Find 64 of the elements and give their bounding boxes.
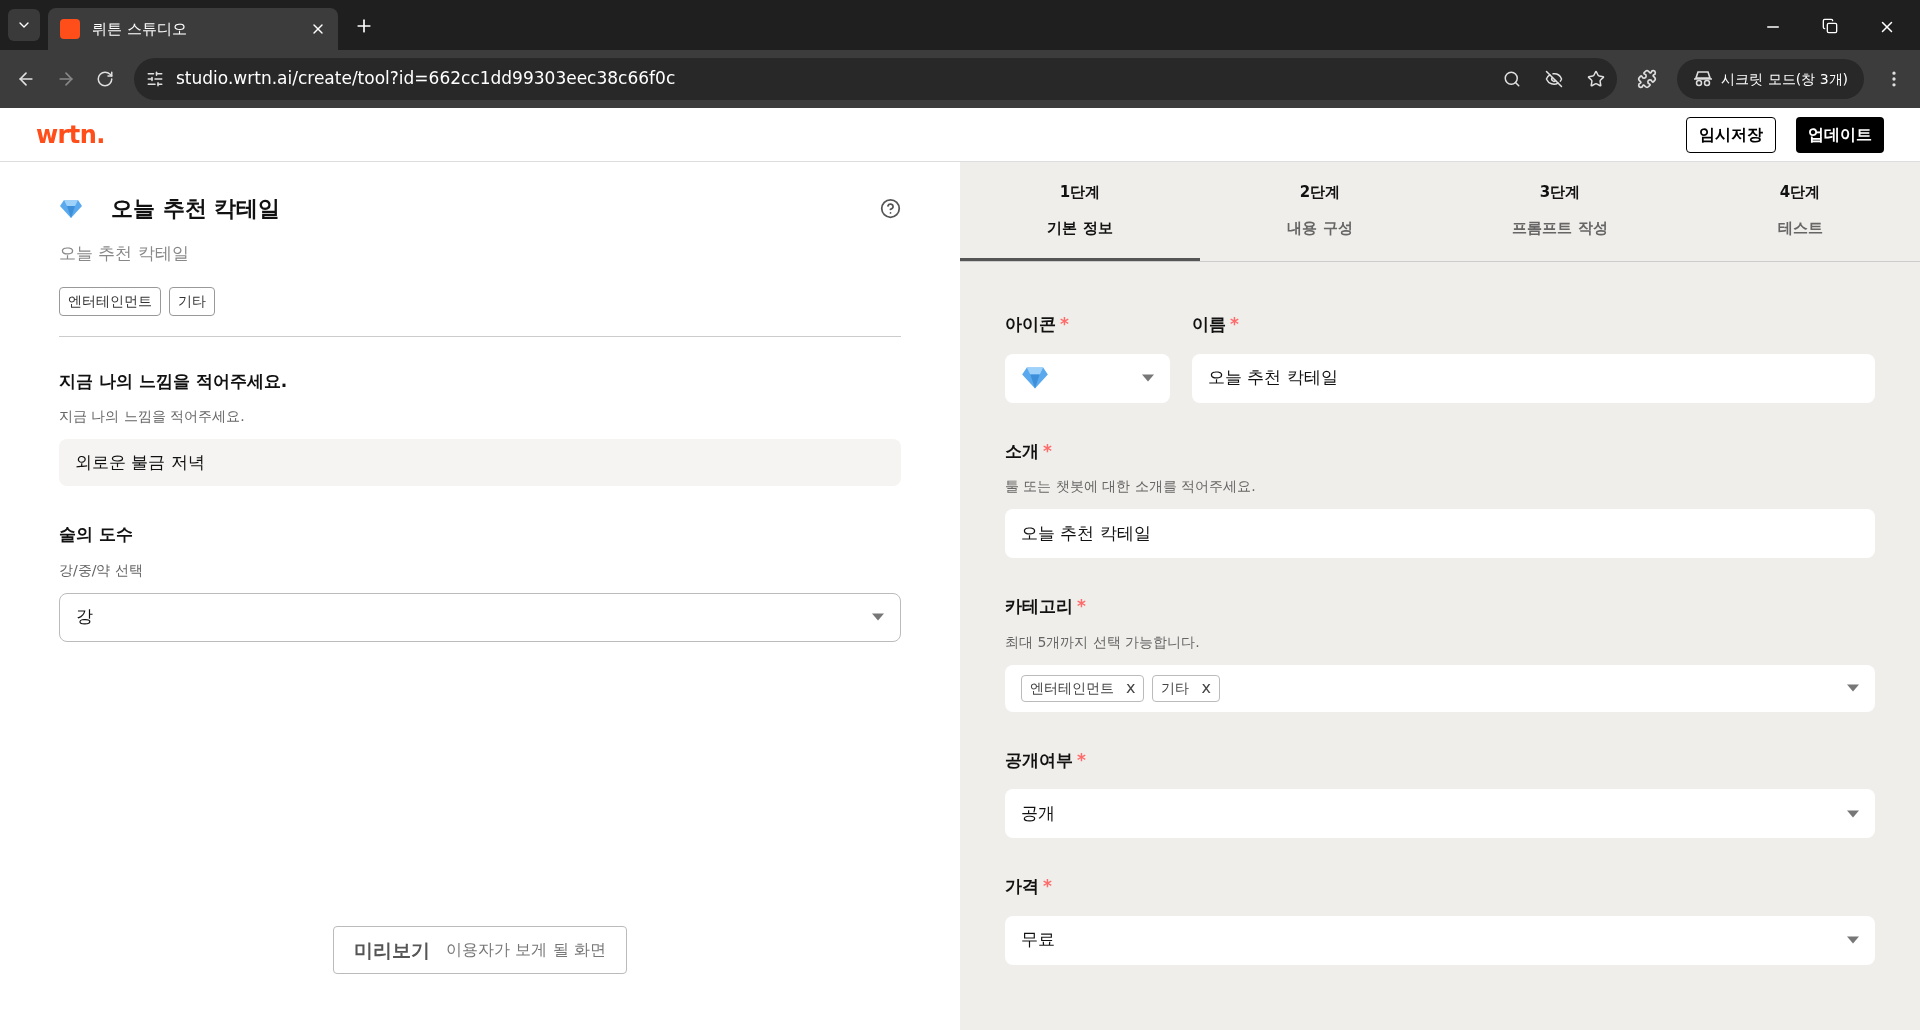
browser-tab[interactable]: 뤼튼 스튜디오 — [48, 8, 338, 50]
input-field[interactable]: 오늘 추천 칵테일 — [1005, 509, 1875, 558]
select-field[interactable]: 공개 — [1005, 789, 1875, 838]
field-label: 카테고리 — [1005, 595, 1073, 618]
url-text: studio.wrtn.ai/create/tool?id=662cc1dd99303eec38c66f0c — [176, 67, 677, 91]
select-field[interactable]: 강 — [59, 592, 901, 642]
caret-icon — [1847, 809, 1859, 818]
required-mark: * — [1043, 439, 1052, 463]
tool-title: 오늘 추천 칵테일 — [111, 195, 282, 223]
step-tab[interactable]: 1단계 기본 정보 — [960, 162, 1200, 261]
restore-icon[interactable] — [1822, 18, 1838, 34]
category-tag: 기타 — [169, 286, 215, 316]
required-mark: * — [1043, 875, 1052, 898]
field-hint: 강/중/약 선택 — [59, 560, 144, 580]
eye-off-icon[interactable] — [1545, 70, 1564, 88]
profile-label: 시크릿 모드(창 3개) — [1721, 69, 1848, 89]
help-icon[interactable] — [880, 198, 901, 219]
address-bar[interactable]: studio.wrtn.ai/create/tool?id=662cc1dd99303eec38c66f0c — [134, 58, 1618, 100]
extensions-icon[interactable] — [1637, 69, 1658, 89]
diamond-icon — [1021, 366, 1049, 390]
favicon-icon — [60, 19, 80, 39]
field-label: 아이콘 — [1005, 313, 1056, 336]
preview-button[interactable]: 미리보기 이용자가 보게 될 화면 — [333, 926, 627, 974]
field-hint: 지금 나의 느낌을 적어주세요. — [59, 407, 246, 426]
bookmark-star-icon[interactable] — [1587, 70, 1606, 88]
incognito-icon — [1693, 71, 1714, 87]
tab-list-button[interactable] — [8, 9, 40, 41]
input-field[interactable]: 오늘 추천 칵테일 — [1192, 353, 1875, 403]
step-tab[interactable]: 3단계 프롬프트 작성 — [1440, 162, 1680, 261]
field-hint: 최대 5개까지 선택 가능합니다. — [1005, 632, 1201, 652]
category-select[interactable]: 엔터테인먼트 x 기타 x — [1005, 664, 1875, 712]
required-mark: * — [1077, 748, 1086, 772]
field-label: 가격 — [1005, 875, 1039, 898]
select-field[interactable]: 무료 — [1005, 915, 1875, 965]
update-button[interactable]: 업데이트 — [1796, 116, 1884, 153]
zoom-icon[interactable] — [1503, 70, 1522, 88]
tool-subtitle: 오늘 추천 칵테일 — [59, 242, 190, 265]
save-draft-button[interactable]: 임시저장 — [1686, 116, 1776, 153]
remove-chip-button[interactable]: x — [1126, 676, 1136, 700]
reload-icon[interactable] — [96, 70, 114, 88]
chip-label: 엔터테인먼트 — [1030, 678, 1114, 698]
field-label: 이름 — [1192, 313, 1226, 336]
field-hint: 툴 또는 챗봇에 대한 소개를 적어주세요. — [1005, 477, 1257, 496]
step-tab[interactable]: 4단계 테스트 — [1680, 162, 1920, 261]
category-tag: 엔터테인먼트 — [59, 286, 161, 316]
step-tab[interactable]: 2단계 내용 구성 — [1200, 162, 1440, 261]
field-label: 지금 나의 느낌을 적어주세요. — [59, 369, 289, 393]
required-mark: * — [1077, 595, 1086, 618]
site-settings-icon[interactable] — [146, 70, 164, 88]
field-label: 술의 도수 — [59, 523, 134, 546]
chip-label: 기타 — [1161, 678, 1190, 698]
remove-chip-button[interactable]: x — [1201, 676, 1211, 700]
caret-icon — [1847, 936, 1859, 944]
field-label: 소개 — [1005, 439, 1039, 463]
caret-icon — [1847, 684, 1859, 692]
caret-icon — [1142, 374, 1154, 382]
required-mark: * — [1230, 313, 1239, 336]
input-field[interactable]: 외로운 불금 저녁 — [59, 439, 901, 486]
required-mark: * — [1060, 313, 1069, 336]
diamond-icon — [59, 198, 83, 219]
tab-title: 뤼튼 스튜디오 — [92, 18, 188, 40]
incognito-chip[interactable]: 시크릿 모드(창 3개) — [1677, 59, 1864, 99]
field-label: 공개여부 — [1005, 748, 1073, 772]
caret-icon — [872, 613, 884, 621]
